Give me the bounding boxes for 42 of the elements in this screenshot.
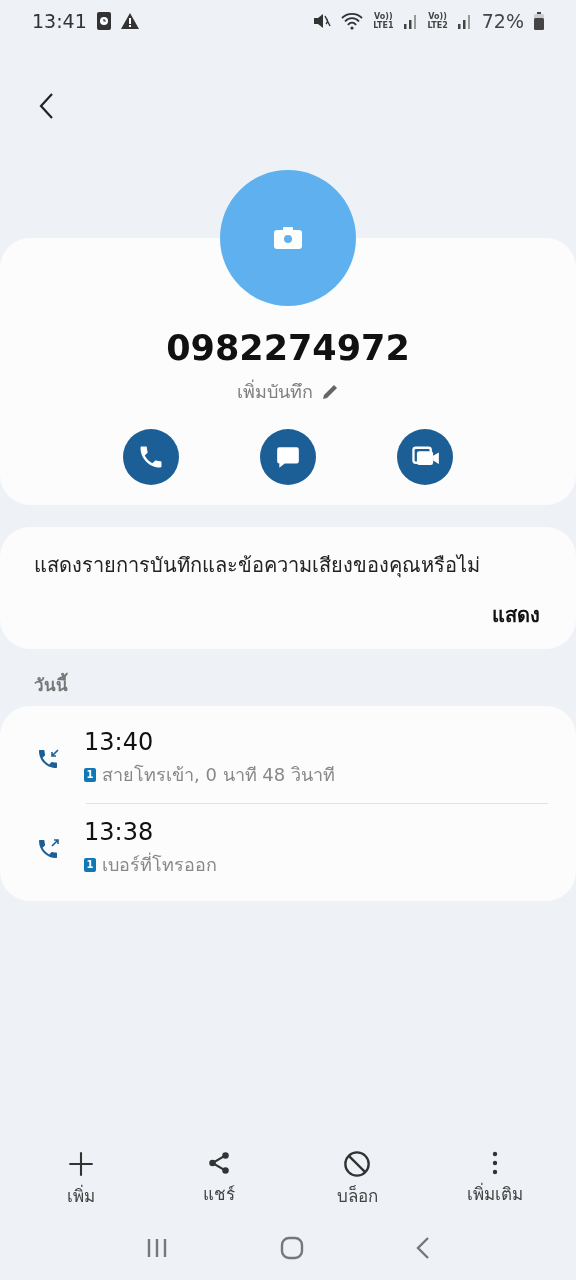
warning-icon [120, 13, 139, 29]
message-button[interactable] [260, 429, 316, 485]
volte-label: Vo)) LTE1 [373, 12, 394, 30]
more-icon [491, 1150, 499, 1176]
signal-icon [403, 13, 418, 29]
back-icon [416, 1236, 430, 1260]
call-time: 13:40 [84, 728, 155, 756]
pencil-icon [321, 382, 339, 401]
section-header: วันนี้ [34, 671, 576, 698]
wifi-icon [341, 12, 364, 30]
camera-icon [274, 227, 302, 249]
home-icon [280, 1236, 304, 1260]
video-button[interactable] [397, 429, 453, 485]
status-time: 13:41 [32, 10, 87, 32]
share-button[interactable]: แชร์ [164, 1149, 274, 1210]
block-button[interactable]: บล็อก [302, 1149, 412, 1210]
call-button[interactable] [123, 429, 179, 485]
add-note-button[interactable]: เพิ่มบันทึก [231, 376, 345, 407]
block-icon [343, 1150, 371, 1178]
sim-badge: 1 [84, 857, 96, 872]
phone-number: 0982274972 [166, 328, 410, 368]
chat-bubble-icon [275, 444, 301, 470]
mute-icon [313, 12, 332, 30]
outgoing-call-icon [36, 836, 60, 861]
sim-badge: 1 [84, 767, 96, 782]
plus-icon [67, 1150, 95, 1178]
call-time: 13:38 [84, 818, 155, 846]
prompt-text: แสดงรายการบันทึกและข้อความเสียงของคุณหรือไม่ [34, 552, 481, 580]
volte-label: Vo)) LTE2 [427, 12, 448, 30]
show-button[interactable]: แสดง [492, 599, 540, 631]
signal-icon [457, 13, 472, 29]
more-button[interactable]: เพิ่มเติม [440, 1149, 550, 1210]
alarm-icon [96, 12, 111, 30]
call-detail: สายโทรเข้า, 0 นาที 48 วินาที [102, 763, 335, 787]
add-button[interactable]: เพิ่ม [26, 1149, 136, 1210]
call-detail: เบอร์ที่โทรออก [102, 851, 217, 877]
share-icon [206, 1150, 232, 1176]
back-icon [38, 92, 54, 120]
battery-percent: 72% [481, 10, 524, 32]
battery-icon [534, 12, 544, 30]
recent-apps-icon [146, 1237, 168, 1259]
incoming-call-icon [36, 746, 60, 771]
